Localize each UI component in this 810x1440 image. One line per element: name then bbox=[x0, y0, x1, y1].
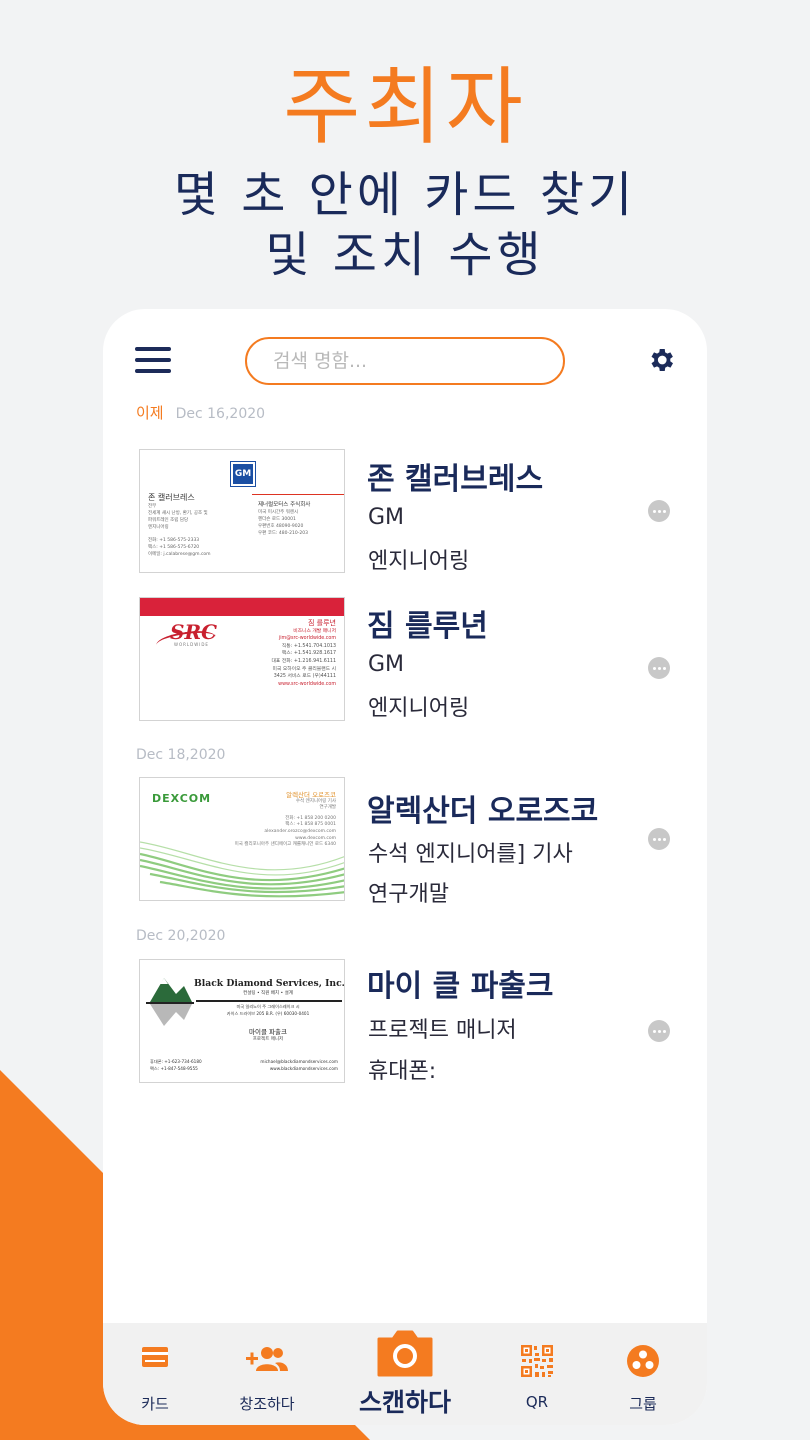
date-label: Dec 16,2020 bbox=[175, 406, 266, 422]
nav-qr[interactable]: QR bbox=[485, 1323, 589, 1425]
camera-icon bbox=[377, 1330, 433, 1377]
card-details: 전무 전세계 섀시 난방, 환기, 공조 및 파워트레인 조립 담당 엔지니어링… bbox=[148, 504, 211, 557]
add-contact-icon bbox=[246, 1347, 288, 1371]
more-options-icon[interactable] bbox=[648, 828, 670, 850]
contact-name[interactable]: 마이 클 파출크 bbox=[367, 961, 554, 1005]
phone-screen: 이제 Dec 16,2020 GM 존 캘러브레스 전무 전세계 섀시 난방, 환… bbox=[103, 309, 707, 1425]
more-options-icon[interactable] bbox=[648, 500, 670, 522]
contact-title: 프로젝트 매니저 bbox=[368, 1018, 517, 1043]
date-today-label: 이제 bbox=[136, 404, 164, 422]
promo-headline: 주최자 bbox=[283, 58, 527, 156]
business-card-thumbnail[interactable]: SRC WORLDWIDE 짐 를루년 비즈니스 개발 매니저 jim@src-… bbox=[139, 597, 345, 721]
company-logo-text: Black Diamond Services, Inc. bbox=[194, 978, 345, 989]
dexcom-logo: DEXCOM bbox=[152, 792, 212, 805]
nav-groups[interactable]: 그룹 bbox=[591, 1323, 695, 1425]
contact-department: 엔지니어링 bbox=[368, 696, 470, 721]
contact-company: GM bbox=[368, 505, 405, 530]
date-header: Dec 20,2020 bbox=[136, 928, 225, 944]
nav-label: 스캔하다 bbox=[358, 1388, 451, 1417]
card-divider bbox=[196, 1000, 342, 1002]
card-company-block: 제너럴모터스 주식회사 미국 미시간주 워렌시 헨더슨 로드 30001 우편번… bbox=[258, 502, 311, 536]
nav-cards[interactable]: 카드 bbox=[103, 1323, 207, 1425]
gear-icon[interactable] bbox=[646, 345, 676, 375]
date-header: 이제 Dec 16,2020 bbox=[136, 402, 265, 423]
promo-subline: 및 조치 수행 bbox=[265, 227, 545, 283]
business-card-thumbnail[interactable]: Black Diamond Services, Inc. 컨설팅 • 직원 배치… bbox=[139, 959, 345, 1083]
card-red-band bbox=[140, 598, 344, 616]
contact-title: 수석 엔지니어를] 기사 bbox=[368, 842, 573, 867]
contact-name[interactable]: 존 캘러브레스 bbox=[367, 454, 543, 498]
contact-department: 연구개말 bbox=[368, 882, 449, 907]
contact-company: GM bbox=[368, 652, 405, 677]
green-wave-graphic bbox=[140, 841, 344, 898]
bottom-navigation: 카드 창조하다 스캔하다 QR 그룹 bbox=[103, 1323, 707, 1425]
more-options-icon[interactable] bbox=[648, 657, 670, 679]
mountain-logo bbox=[146, 978, 194, 1026]
hamburger-menu-icon[interactable] bbox=[135, 347, 171, 373]
card-person: 존 캘러브레스 bbox=[148, 493, 195, 502]
date-label: Dec 20,2020 bbox=[136, 928, 226, 944]
business-card-thumbnail[interactable]: GM 존 캘러브레스 전무 전세계 섀시 난방, 환기, 공조 및 파워트레인 … bbox=[139, 449, 345, 573]
nav-label: 창조하다 bbox=[239, 1395, 295, 1413]
card-details: 짐 를루년 비즈니스 개발 매니저 jim@src-worldwide.com … bbox=[271, 619, 336, 687]
more-options-icon[interactable] bbox=[648, 1020, 670, 1042]
contact-name[interactable]: 알렉산더 오로즈코 bbox=[367, 786, 598, 830]
card-contact-block: michael@blackdiamondservices.com www.bla… bbox=[260, 1059, 338, 1071]
nav-label: 카드 bbox=[141, 1395, 169, 1413]
date-label: Dec 18,2020 bbox=[136, 747, 226, 763]
contact-mobile: 휴대폰: bbox=[368, 1059, 437, 1084]
card-address: 미국 일리노이 주 그레이스레이크 시 카이스 드라이브 205 B.R. (우… bbox=[226, 1004, 310, 1016]
card-divider bbox=[252, 494, 344, 495]
date-header: Dec 18,2020 bbox=[136, 747, 225, 763]
card-icon bbox=[142, 1347, 168, 1367]
card-phone-block: 휴대폰: +1-623-734-6180 팩스: +1-847-548-9555 bbox=[150, 1059, 202, 1071]
nav-label: QR bbox=[525, 1393, 549, 1411]
contact-name[interactable]: 짐 를루년 bbox=[367, 601, 488, 645]
logo-swoosh bbox=[155, 627, 217, 655]
qr-code-icon bbox=[521, 1345, 553, 1377]
gm-logo: GM bbox=[230, 461, 256, 487]
search-input[interactable] bbox=[245, 337, 565, 385]
nav-create[interactable]: 창조하다 bbox=[215, 1323, 319, 1425]
business-card-thumbnail[interactable]: DEXCOM 알렉산더 오로즈코 수석 엔지니어링 기사 연구개발 전화: +1… bbox=[139, 777, 345, 901]
contact-department: 엔지니어링 bbox=[368, 549, 470, 574]
group-icon bbox=[627, 1345, 659, 1377]
nav-scan[interactable]: 스캔하다 bbox=[345, 1323, 465, 1425]
nav-label: 그룹 bbox=[629, 1395, 657, 1413]
